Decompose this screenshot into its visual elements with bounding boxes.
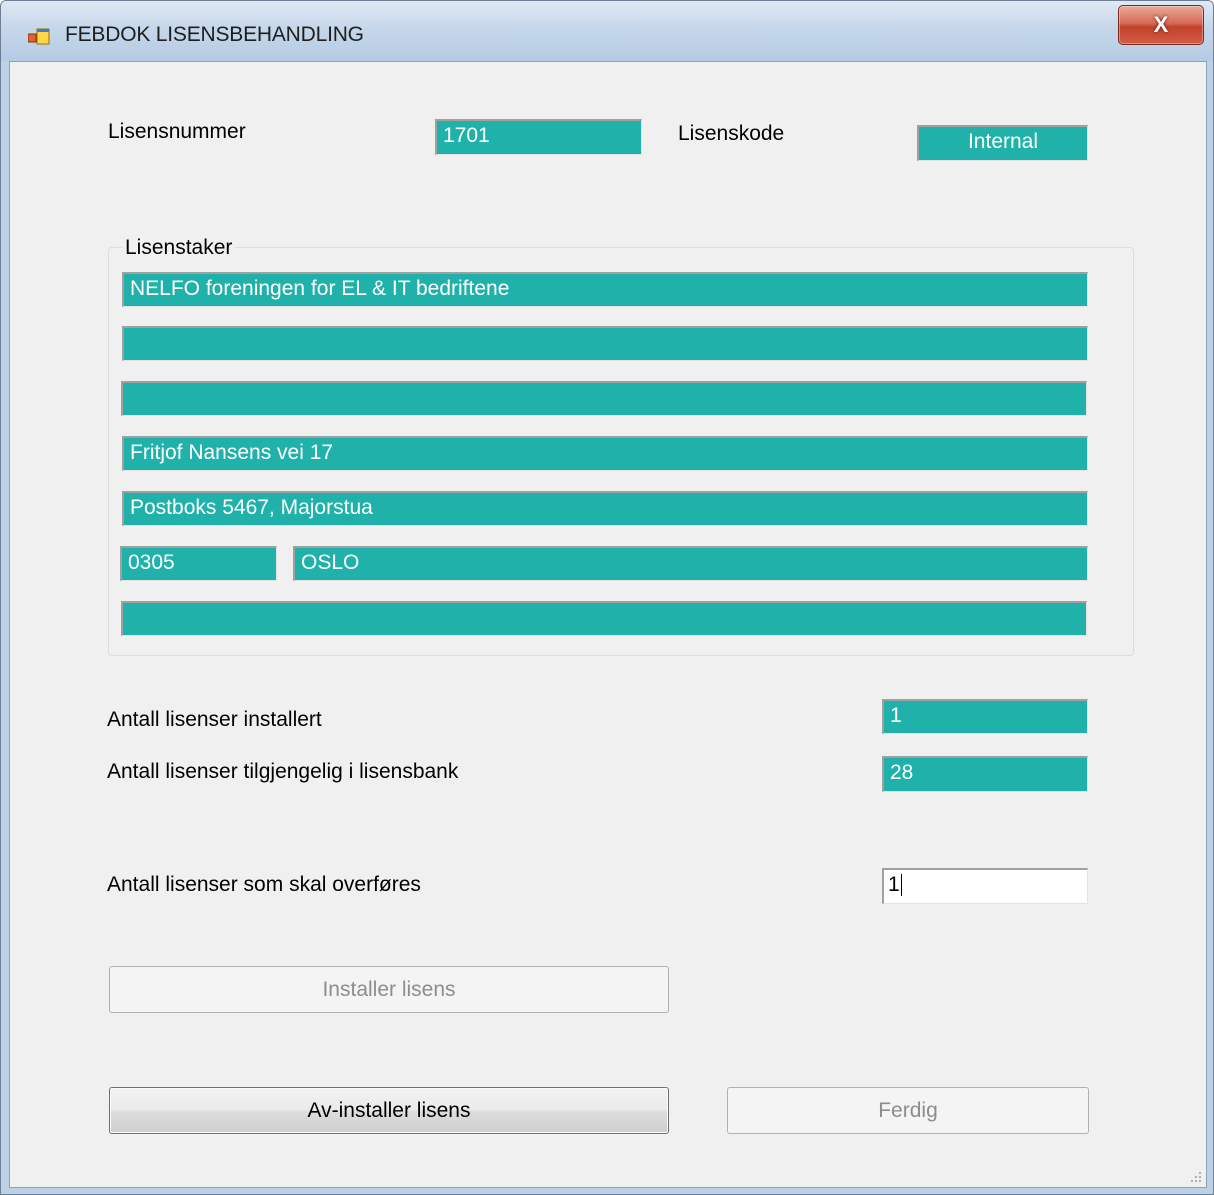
licensee-line2-field[interactable] [122, 326, 1088, 361]
close-icon: X [1153, 12, 1169, 37]
postal-code-field[interactable]: 0305 [120, 546, 277, 581]
form-client-area: Lisensnummer 1701 Lisenskode Internal Li… [9, 61, 1207, 1188]
app-window-icon [28, 28, 50, 45]
available-count-field[interactable]: 28 [882, 756, 1088, 792]
available-count-label: Antall lisenser tilgjengelig i lisensban… [107, 760, 459, 783]
uninstall-license-button[interactable]: Av-installer lisens [109, 1087, 669, 1134]
transfer-count-input[interactable]: 1 [882, 868, 1088, 904]
installed-count-label: Antall lisenser installert [107, 708, 322, 731]
license-window: FEBDOK LISENSBEHANDLING X Lisensnummer 1… [0, 0, 1214, 1195]
licensee-legend: Lisenstaker [122, 236, 236, 260]
resize-grip-icon[interactable] [1188, 1169, 1202, 1183]
close-button[interactable]: X [1118, 5, 1204, 45]
address2-field[interactable]: Postboks 5467, Majorstua [122, 491, 1088, 526]
license-number-field[interactable]: 1701 [435, 119, 642, 155]
install-license-button[interactable]: Installer lisens [109, 966, 669, 1013]
city-field[interactable]: OSLO [293, 546, 1088, 581]
license-number-label: Lisensnummer [108, 120, 246, 143]
transfer-count-value: 1 [888, 873, 900, 896]
licensee-name-field[interactable]: NELFO foreningen for EL & IT bedriftene [122, 272, 1088, 307]
window-title: FEBDOK LISENSBEHANDLING [65, 23, 364, 46]
transfer-count-label: Antall lisenser som skal overføres [107, 873, 421, 896]
title-bar[interactable]: FEBDOK LISENSBEHANDLING X [1, 1, 1213, 61]
license-code-field[interactable]: Internal [917, 125, 1088, 161]
text-caret [900, 874, 902, 897]
done-button[interactable]: Ferdig [727, 1087, 1089, 1134]
licensee-line7-field[interactable] [121, 601, 1087, 636]
licensee-line3-field[interactable] [121, 381, 1087, 416]
license-code-label: Lisenskode [678, 122, 785, 145]
address1-field[interactable]: Fritjof Nansens vei 17 [122, 436, 1088, 471]
installed-count-field[interactable]: 1 [882, 699, 1088, 734]
